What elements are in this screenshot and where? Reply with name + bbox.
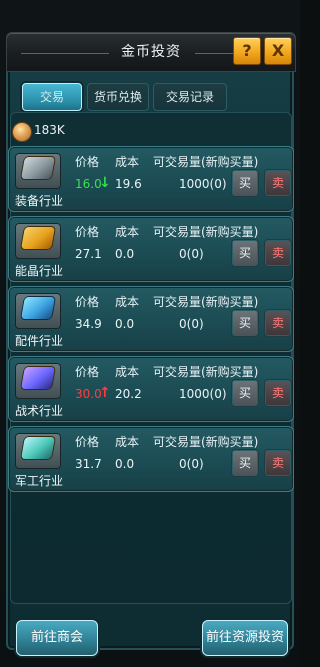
industry-name: 装备行业 xyxy=(15,194,64,208)
tradeable-value: 0(0) xyxy=(179,317,204,331)
go-to-resource-investment-button[interactable]: 前往资源投资 xyxy=(202,620,288,656)
cost-value: 20.2 xyxy=(115,387,142,401)
header-price: 价格 xyxy=(75,365,100,379)
cost-value: 0.0 xyxy=(115,457,135,471)
energy-crystal-industry-icon xyxy=(21,227,55,249)
sell-button[interactable]: 卖 xyxy=(264,449,292,477)
cost-value: 0.0 xyxy=(115,247,135,261)
industry-row-components: 配件行业 价格 成本 可交易量(新购买量) 34.9 0.0 0(0) 买 卖 xyxy=(8,286,294,352)
header-tradeable: 可交易量(新购买量) xyxy=(153,435,259,449)
sell-label: 卖 xyxy=(271,176,284,190)
industry-name: 能晶行业 xyxy=(15,264,64,278)
header-tradeable: 可交易量(新购买量) xyxy=(153,295,259,309)
industry-row-equipment: 装备行业 价格 成本 可交易量(新购买量) 16.0 ↓ 19.6 1000(0… xyxy=(8,146,294,212)
equipment-industry-icon xyxy=(21,157,55,179)
close-button[interactable]: X xyxy=(264,37,292,65)
header-price: 价格 xyxy=(75,155,100,169)
buy-label: 买 xyxy=(238,386,251,400)
tradeable-value: 1000(0) xyxy=(179,387,227,401)
buy-button[interactable]: 买 xyxy=(231,449,259,477)
sell-label: 卖 xyxy=(271,316,284,330)
industry-row-energy: 能晶行业 价格 成本 可交易量(新购买量) 27.1 0.0 0(0) 买 卖 xyxy=(8,216,294,282)
header-tradeable: 可交易量(新购买量) xyxy=(153,155,259,169)
cost-value: 19.6 xyxy=(115,177,142,191)
industry-name: 战术行业 xyxy=(15,404,64,418)
industry-row-military: 军工行业 价格 成本 可交易量(新购买量) 31.7 0.0 0(0) 买 卖 xyxy=(8,426,294,492)
coin-icon xyxy=(12,122,32,142)
header-price: 价格 xyxy=(75,435,100,449)
tab-trade[interactable]: 交易 xyxy=(22,83,82,111)
industry-name: 配件行业 xyxy=(15,334,64,348)
price-value: 27.1 xyxy=(75,247,102,261)
title-right-rule xyxy=(195,53,235,54)
header-cost: 成本 xyxy=(115,225,140,239)
price-value: 34.9 xyxy=(75,317,102,331)
header-cost: 成本 xyxy=(115,435,140,449)
arrow-up-icon: ↑ xyxy=(99,385,111,401)
tab-currency-exchange[interactable]: 货币兑换 xyxy=(87,83,149,111)
cost-value: 0.0 xyxy=(115,317,135,331)
header-cost: 成本 xyxy=(115,365,140,379)
buy-label: 买 xyxy=(238,316,251,330)
price-value: 30.0 xyxy=(75,387,102,401)
industry-name: 军工行业 xyxy=(15,474,64,488)
sell-button[interactable]: 卖 xyxy=(264,309,292,337)
buy-button[interactable]: 买 xyxy=(231,309,259,337)
tactics-industry-icon xyxy=(21,367,55,389)
tradeable-value: 1000(0) xyxy=(179,177,227,191)
sell-button[interactable]: 卖 xyxy=(264,379,292,407)
help-button[interactable]: ? xyxy=(233,37,261,65)
sell-label: 卖 xyxy=(271,246,284,260)
buy-button[interactable]: 买 xyxy=(231,239,259,267)
header-price: 价格 xyxy=(75,295,100,309)
close-icon: X xyxy=(271,41,285,60)
buy-button[interactable]: 买 xyxy=(231,169,259,197)
sell-label: 卖 xyxy=(271,456,284,470)
buy-button[interactable]: 买 xyxy=(231,379,259,407)
arrow-down-icon: ↓ xyxy=(99,175,111,191)
buy-label: 买 xyxy=(238,456,251,470)
sell-button[interactable]: 卖 xyxy=(264,239,292,267)
help-icon: ? xyxy=(242,41,252,60)
header-cost: 成本 xyxy=(115,295,140,309)
buy-label: 买 xyxy=(238,176,251,190)
tab-trade-history[interactable]: 交易记录 xyxy=(153,83,227,111)
header-tradeable: 可交易量(新购买量) xyxy=(153,365,259,379)
sell-label: 卖 xyxy=(271,386,284,400)
header-cost: 成本 xyxy=(115,155,140,169)
tradeable-value: 0(0) xyxy=(179,457,204,471)
components-industry-icon xyxy=(21,297,55,319)
military-industry-icon xyxy=(21,437,55,459)
price-value: 16.0 xyxy=(75,177,102,191)
header-price: 价格 xyxy=(75,225,100,239)
price-value: 31.7 xyxy=(75,457,102,471)
buy-label: 买 xyxy=(238,246,251,260)
tradeable-value: 0(0) xyxy=(179,247,204,261)
header-tradeable: 可交易量(新购买量) xyxy=(153,225,259,239)
industry-row-tactics: 战术行业 价格 成本 可交易量(新购买量) 30.0 ↑ 20.2 1000(0… xyxy=(8,356,294,422)
sell-button[interactable]: 卖 xyxy=(264,169,292,197)
coin-amount: 183K xyxy=(34,123,65,137)
go-to-chamber-button[interactable]: 前往商会 xyxy=(16,620,98,656)
